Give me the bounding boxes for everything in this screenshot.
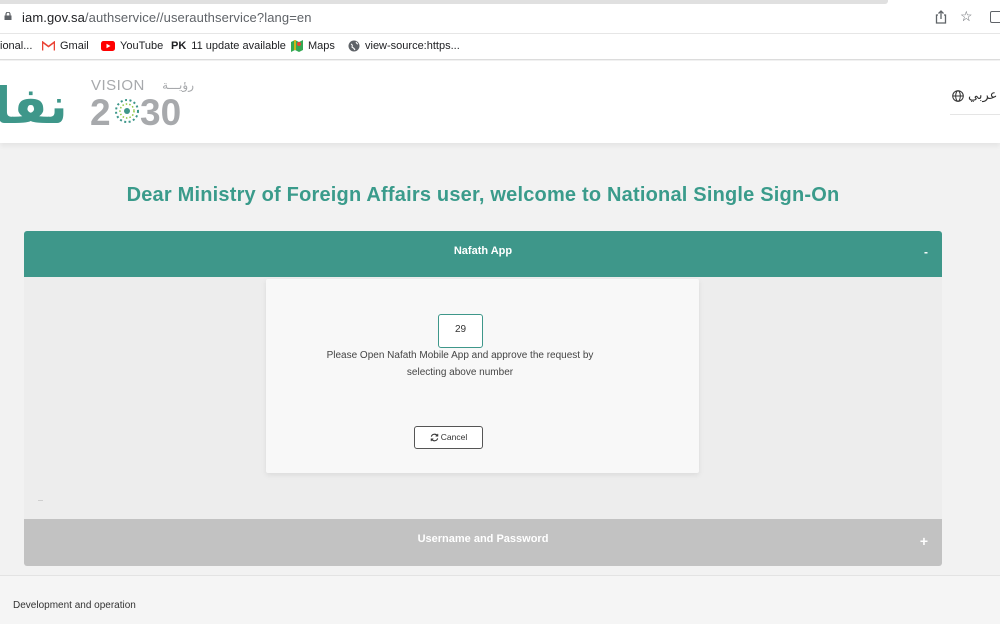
vision-year-left: 2 [90, 92, 111, 133]
refresh-icon [430, 433, 439, 442]
divider [950, 114, 1000, 115]
bookmark-label: Maps [308, 40, 335, 52]
bookmark-label: view-source:https... [365, 40, 460, 52]
page-footer: Development and operation [0, 575, 1000, 624]
accordion-title: Username and Password [417, 533, 549, 545]
browser-address-bar: iam.gov.sa/authservice//userauthservice?… [0, 0, 1000, 34]
bookmark-maps[interactable]: Maps [291, 38, 335, 54]
bookmark-label: Gmail [60, 40, 89, 52]
instruction-line: selecting above number [406, 367, 514, 378]
nafath-logo-text: نفا [0, 77, 66, 133]
accordion-title: Nafath App [453, 245, 513, 257]
bookmark-label: YouTube [120, 40, 164, 52]
vision-arabic-label: رؤيـــة [162, 78, 194, 93]
footer-text: Development and operation [13, 600, 136, 611]
language-label: عربي [968, 87, 998, 102]
globe-icon [952, 89, 964, 102]
extension-icon[interactable] [990, 11, 1000, 23]
bookmark-pk-updates[interactable]: PK 11 update available [171, 38, 286, 54]
instruction-text: Please Open Nafath Mobile App and approv… [310, 347, 610, 381]
youtube-icon [101, 41, 115, 52]
bookmark-view-source[interactable]: view-source:https... [348, 38, 460, 54]
language-switch[interactable]: عربي [952, 87, 997, 103]
cancel-button[interactable]: Cancel [414, 426, 483, 449]
globe-icon [348, 40, 360, 52]
maps-icon [291, 40, 303, 53]
bookmark-star-icon[interactable]: ☆ [960, 9, 973, 23]
pk-icon: PK [171, 40, 187, 53]
url-field[interactable]: iam.gov.sa/authservice//userauthservice?… [22, 10, 312, 25]
nafath-logo[interactable]: نفا [0, 73, 66, 133]
expand-toggle[interactable]: + [920, 533, 928, 549]
verification-number: 29 [438, 314, 483, 348]
bookmark-label: 11 update available [191, 40, 286, 52]
welcome-heading: Dear Ministry of Foreign Affairs user, w… [126, 184, 840, 206]
bookmark-youtube[interactable]: YouTube [101, 38, 163, 54]
vision-emblem-icon [115, 99, 139, 123]
gmail-icon [42, 41, 55, 52]
share-icon[interactable] [934, 10, 948, 24]
collapse-toggle[interactable]: - [924, 245, 928, 259]
vision-2030-logo: VISION رؤيـــة 2 30 [90, 77, 194, 133]
cancel-label: Cancel [440, 432, 468, 442]
bookmark-gmail[interactable]: Gmail [42, 38, 89, 54]
nafath-app-accordion-header[interactable]: Nafath App - [24, 231, 942, 277]
instruction-line: Please Open Nafath Mobile App and approv… [326, 350, 594, 361]
bookmark-item[interactable]: ional... [0, 38, 32, 54]
vision-year-right: 30 [140, 92, 181, 133]
tab-strip-edge [0, 0, 888, 4]
bookmarks-bar: ional... Gmail YouTube PK 11 update avail… [0, 34, 1000, 60]
nafath-verification-card: 29 Please Open Nafath Mobile App and app… [266, 279, 699, 473]
url-host: iam.gov.sa [22, 10, 85, 25]
lock-icon[interactable] [4, 12, 12, 20]
url-path: /authservice//userauthservice?lang=en [84, 10, 312, 25]
username-password-accordion-header[interactable]: Username and Password + [24, 519, 942, 566]
bookmark-label: ional... [0, 40, 33, 52]
divider [38, 500, 43, 501]
site-header: نفا VISION رؤيـــة 2 30 عربي [0, 61, 1000, 143]
